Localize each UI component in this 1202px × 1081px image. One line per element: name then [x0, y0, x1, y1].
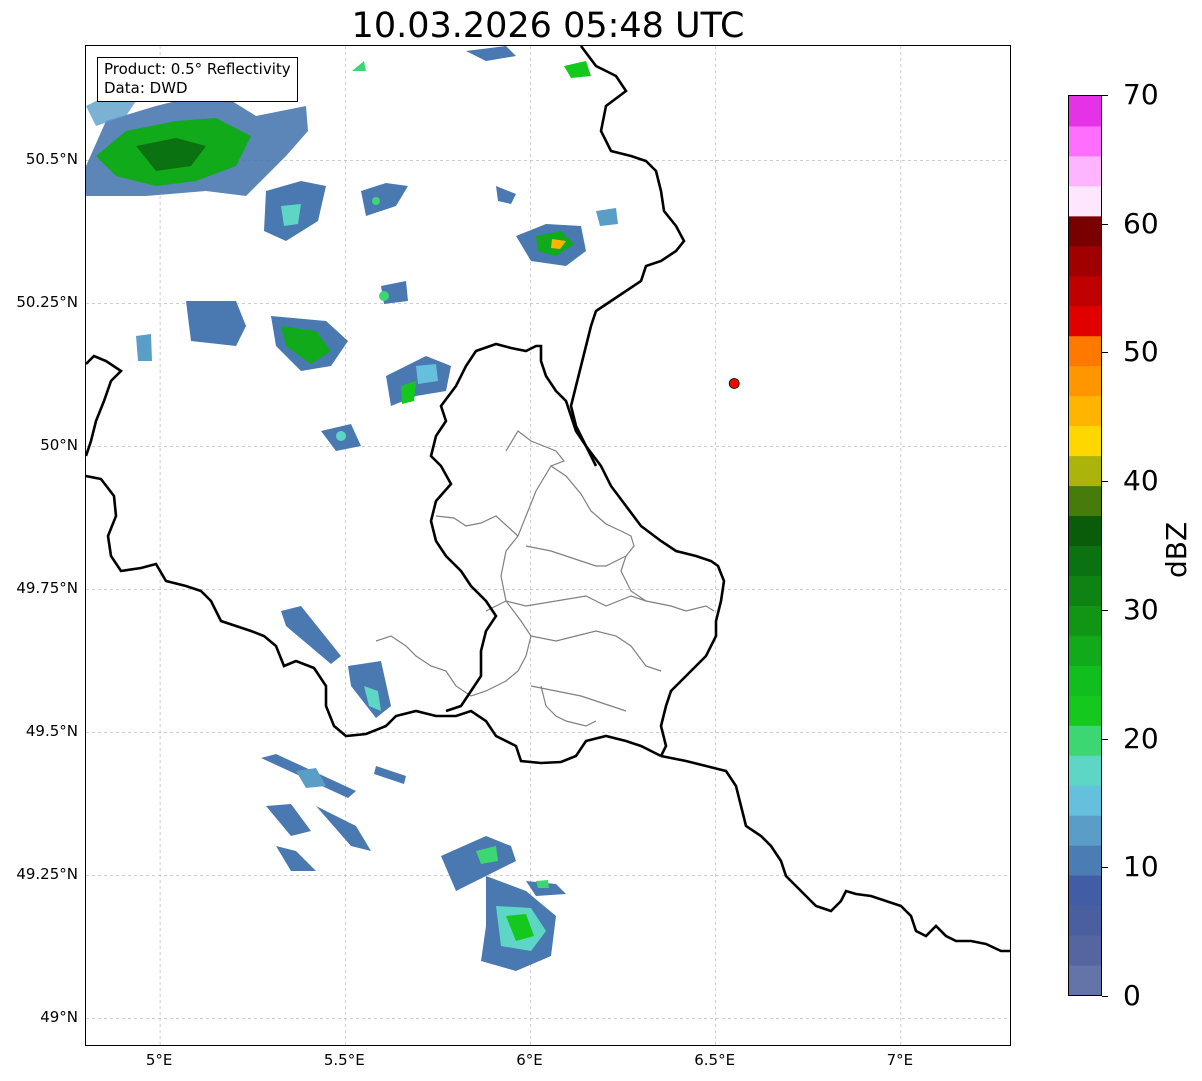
colorbar-swatch — [1069, 785, 1101, 816]
colorbar-swatch — [1069, 365, 1101, 397]
colorbar-tick-label: 50 — [1123, 335, 1159, 369]
info-box: Product: 0.5° Reflectivity Data: DWD — [97, 57, 298, 102]
colorbar-tick-mark — [1102, 609, 1108, 611]
echo-cell-strong — [496, 186, 618, 266]
colorbar-swatch — [1069, 425, 1101, 457]
echo-cell-mid-2 — [379, 281, 451, 406]
lat-tick-label: 49.75°N — [16, 579, 78, 598]
product-label: Product: 0.5° Reflectivity — [104, 60, 291, 78]
echo-cell-south-2 — [261, 754, 406, 871]
radar-site — [728, 378, 740, 389]
lat-tick-label: 50°N — [40, 436, 78, 455]
colorbar-swatch — [1069, 545, 1101, 576]
lon-tick-label: 5°E — [145, 1051, 173, 1069]
colorbar-tick-label: 40 — [1123, 464, 1159, 498]
lon-tick-label: 7°E — [886, 1051, 914, 1069]
colorbar-swatch — [1069, 905, 1101, 936]
lon-tick-label: 5.5°E — [323, 1051, 365, 1069]
colorbar-swatch — [1069, 605, 1101, 636]
colorbar-swatch — [1069, 875, 1101, 906]
radar-map[interactable] — [85, 45, 1011, 1046]
colorbar-swatch — [1069, 755, 1101, 786]
colorbar-swatch — [1069, 335, 1101, 367]
colorbar-tick-label: 0 — [1123, 979, 1141, 1012]
radar-echoes — [86, 46, 618, 971]
radar-site-marker[interactable] — [728, 378, 740, 389]
echo-cell-mid-3 — [321, 424, 361, 451]
colorbar-swatches — [1069, 96, 1101, 996]
colorbar-tick-mark — [1102, 223, 1108, 225]
colorbar-swatch — [1069, 815, 1101, 846]
colorbar-swatch — [1069, 185, 1101, 217]
map-title: 10.03.2026 05:48 UTC — [351, 6, 745, 46]
colorbar-swatch — [1069, 485, 1101, 517]
colorbar-swatch — [1069, 155, 1101, 187]
lon-tick-label: 6.5°E — [694, 1051, 736, 1069]
lat-tick-label: 50.25°N — [16, 293, 78, 312]
colorbar-tick-label: 30 — [1123, 592, 1159, 626]
echo-cell-north-2 — [361, 183, 408, 216]
colorbar-tick-mark — [1102, 95, 1108, 96]
colorbar-tick-mark — [1102, 867, 1108, 869]
colorbar-tick-mark — [1102, 738, 1108, 740]
lat-tick-label: 49.5°N — [25, 722, 78, 741]
lon-tick-label: 6°E — [516, 1051, 543, 1069]
colorbar-tick-label: 60 — [1123, 206, 1159, 240]
lat-tick-label: 49.25°N — [16, 865, 78, 884]
colorbar-swatch — [1069, 845, 1101, 876]
colorbar-swatch — [1069, 305, 1101, 337]
colorbar — [1068, 95, 1102, 996]
colorbar-swatch — [1069, 725, 1101, 756]
echo-cluster-northwest — [86, 86, 308, 196]
colorbar-swatch — [1069, 125, 1101, 157]
colorbar-swatch — [1069, 695, 1101, 726]
colorbar-tick-label: 10 — [1123, 850, 1159, 884]
lat-tick-label: 49°N — [40, 1008, 78, 1027]
colorbar-swatch — [1069, 635, 1101, 666]
colorbar-tick-label: 20 — [1123, 721, 1159, 755]
colorbar-tick-label: 70 — [1123, 78, 1159, 111]
colorbar-swatch — [1069, 935, 1101, 966]
colorbar-swatch — [1069, 275, 1101, 307]
echo-cell-north-1 — [264, 181, 326, 241]
colorbar-swatch — [1069, 96, 1101, 127]
colorbar-swatch — [1069, 965, 1101, 996]
data-source-label: Data: DWD — [104, 79, 188, 97]
colorbar-swatch — [1069, 245, 1101, 277]
map-canvas — [86, 46, 1010, 1045]
colorbar-swatch — [1069, 665, 1101, 696]
colorbar-tick-mark — [1102, 352, 1108, 354]
colorbar-swatch — [1069, 515, 1101, 546]
colorbar-unit-label: dBZ — [1160, 521, 1193, 578]
echo-cell-south-3 — [441, 836, 566, 971]
colorbar-swatch — [1069, 215, 1101, 247]
echo-cell-north-top — [352, 46, 591, 78]
colorbar-swatch — [1069, 455, 1101, 487]
colorbar-swatch — [1069, 395, 1101, 427]
colorbar-tick-mark — [1102, 481, 1108, 483]
colorbar-swatch — [1069, 575, 1101, 606]
lat-tick-label: 50.5°N — [25, 150, 78, 169]
echo-cell-mid-1 — [136, 301, 348, 371]
colorbar-tick-mark — [1102, 996, 1108, 997]
